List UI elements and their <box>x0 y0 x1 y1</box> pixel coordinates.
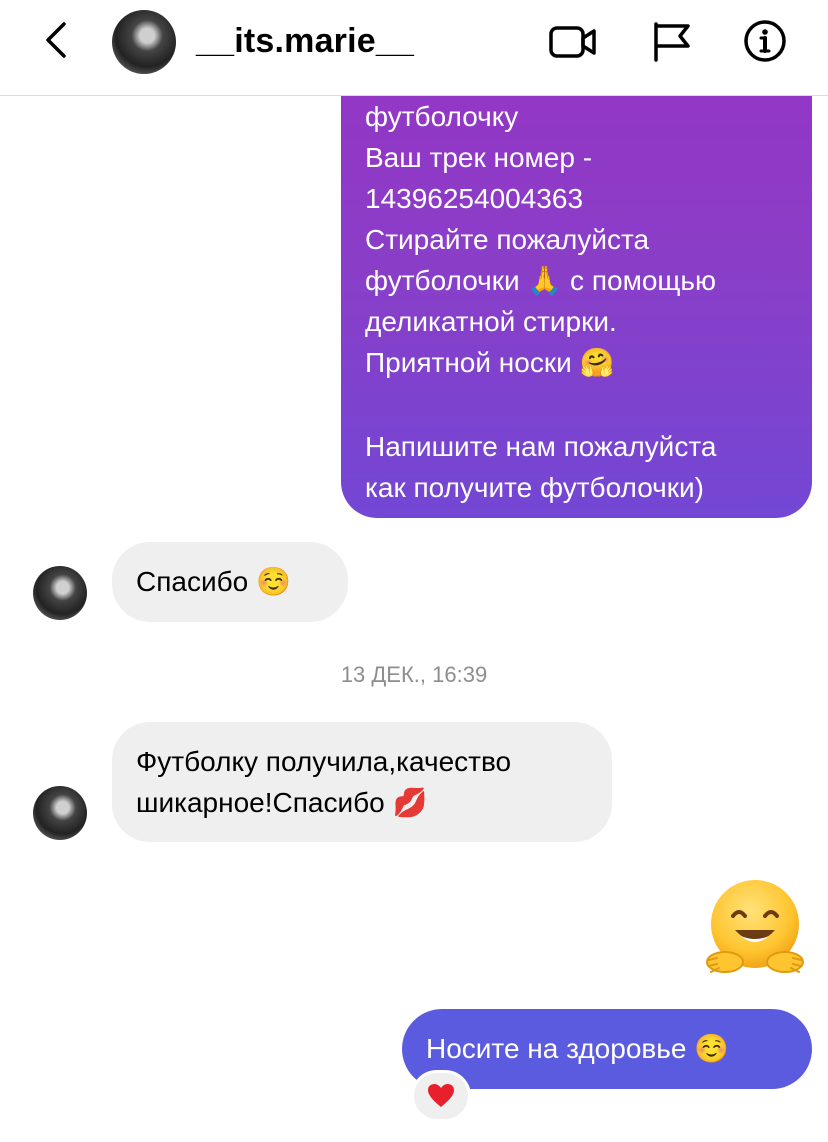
message-line: футболочку <box>365 101 519 132</box>
message-line: Ваш трек номер - <box>365 142 593 173</box>
message-text: Носите на здоровье ☺️ <box>426 1033 730 1064</box>
message-line: 14396254004363 <box>365 183 584 214</box>
message-line: Футболку получила,качество <box>136 746 512 777</box>
flag-icon[interactable] <box>650 20 700 62</box>
message-line: шикарное!Спасибо 💋 <box>136 787 428 818</box>
incoming-message-bubble[interactable]: Спасибо ☺️ <box>112 542 348 622</box>
message-line: деликатной стирки. <box>365 306 617 337</box>
back-arrow-icon[interactable] <box>38 20 78 60</box>
message-line: футболочки 🙏 с помощью <box>365 265 717 296</box>
outgoing-message-bubble[interactable]: футболочку Ваш трек номер - 143962540043… <box>341 96 812 518</box>
chat-header: __its.marie__ <box>0 0 828 96</box>
message-line: Приятной носки 🤗 <box>365 347 615 378</box>
message-text: Спасибо ☺️ <box>136 566 291 597</box>
message-line: как получите футболочки) <box>365 472 704 503</box>
message-line: Стирайте пожалуйста <box>365 224 650 255</box>
hugging-face-emoji[interactable] <box>703 878 807 982</box>
video-call-icon[interactable] <box>548 20 598 62</box>
sender-avatar[interactable] <box>33 786 87 840</box>
heart-reaction[interactable] <box>411 1070 471 1122</box>
avatar[interactable] <box>112 10 176 74</box>
timestamp: 13 ДЕК., 16:39 <box>340 662 488 687</box>
message-line: Напишите нам пожалуйста <box>365 431 717 462</box>
message-list[interactable]: футболочку Ваш трек номер - 143962540043… <box>0 96 828 1142</box>
heart-icon <box>428 1084 454 1107</box>
incoming-message-bubble[interactable]: Футболку получила,качество шикарное!Спас… <box>112 722 612 842</box>
info-icon[interactable] <box>740 20 790 62</box>
sender-avatar[interactable] <box>33 566 87 620</box>
username[interactable]: __its.marie__ <box>196 22 414 61</box>
